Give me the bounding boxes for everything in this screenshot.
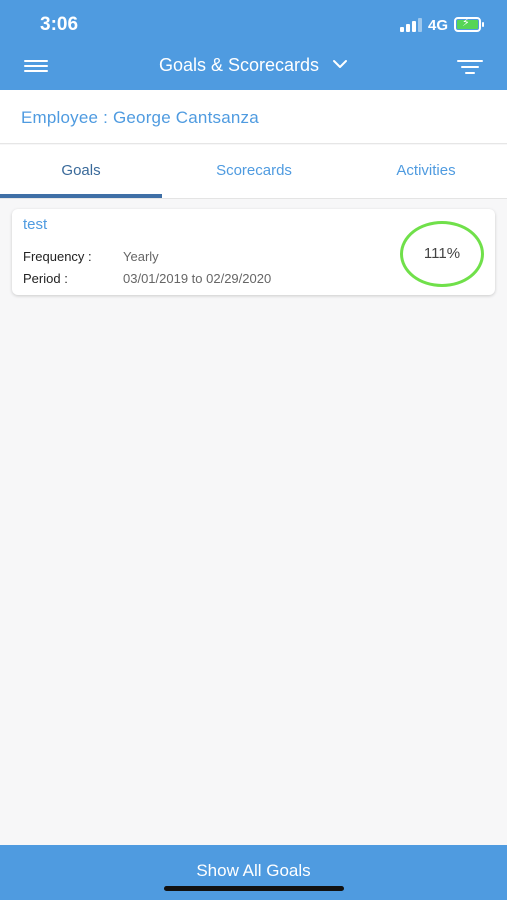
filter-icon[interactable] bbox=[457, 58, 483, 76]
status-bar: 3:06 4G ⚡ bbox=[0, 0, 507, 48]
period-value: 03/01/2019 to 02/29/2020 bbox=[123, 271, 272, 286]
home-indicator[interactable] bbox=[164, 886, 344, 891]
tab-goals[interactable]: Goals bbox=[0, 145, 162, 199]
battery-tip bbox=[482, 22, 484, 27]
tab-bar: Goals Scorecards Activities bbox=[0, 145, 507, 199]
tab-activities[interactable]: Activities bbox=[345, 145, 507, 199]
battery-icon: ⚡ bbox=[454, 17, 481, 32]
goal-card[interactable]: test Frequency : Yearly Period : 03/01/2… bbox=[12, 209, 495, 295]
status-time: 3:06 bbox=[40, 14, 79, 35]
frequency-value: Yearly bbox=[123, 249, 159, 264]
show-all-goals-button[interactable]: Show All Goals bbox=[0, 845, 507, 900]
employee-bar: Employee : George Cantsanza bbox=[0, 90, 507, 144]
module-selector[interactable]: Goals & Scorecards bbox=[159, 55, 348, 75]
active-tab-indicator bbox=[0, 194, 162, 198]
page-title: Goals & Scorecards bbox=[158, 55, 320, 75]
nav-title-container: Goals & Scorecards bbox=[0, 55, 507, 76]
hamburger-menu-icon[interactable] bbox=[24, 60, 48, 74]
signal-icon bbox=[400, 18, 422, 32]
frequency-label: Frequency : bbox=[23, 249, 92, 264]
tab-scorecards[interactable]: Scorecards bbox=[172, 145, 336, 199]
network-type: 4G bbox=[428, 17, 449, 34]
period-label: Period : bbox=[23, 271, 68, 286]
chevron-down-icon bbox=[333, 60, 348, 68]
goal-title[interactable]: test bbox=[23, 216, 47, 233]
goal-percent: 111% bbox=[423, 245, 461, 262]
app-header: 3:06 4G ⚡ Goals & Scorecards bbox=[0, 0, 507, 90]
employee-name: Employee : George Cantsanza bbox=[21, 108, 259, 127]
